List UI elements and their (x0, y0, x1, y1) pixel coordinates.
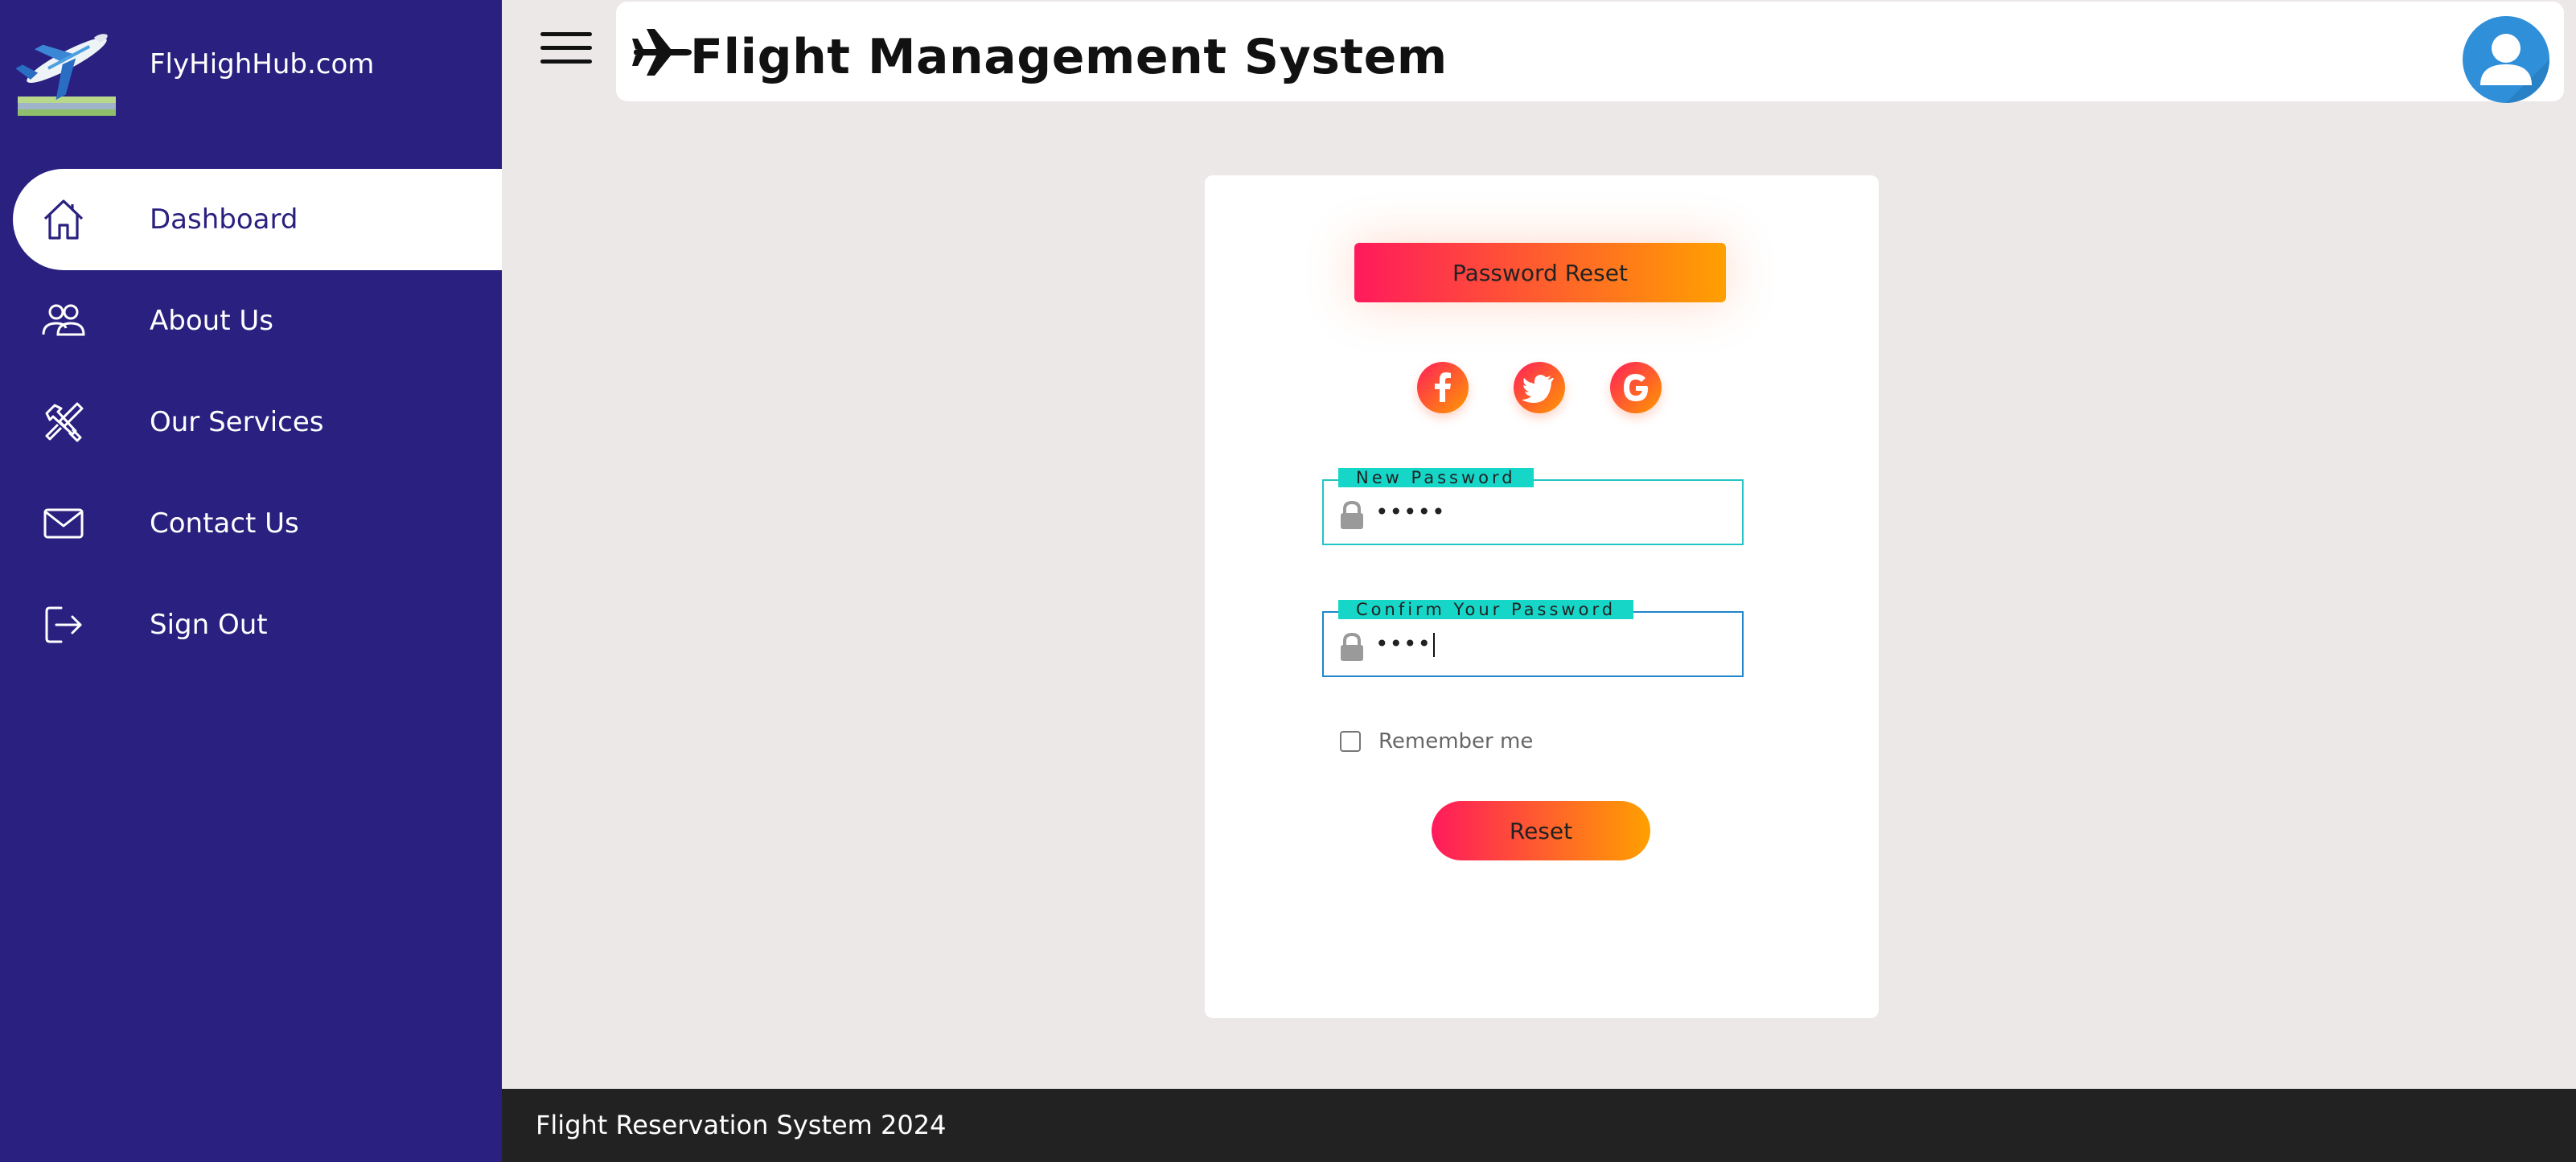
social-login-group (1417, 362, 1666, 415)
confirm-password-input: •••• (1375, 630, 1432, 657)
users-icon (42, 304, 85, 336)
hamburger-icon-line (540, 46, 592, 50)
twitter-icon (1522, 375, 1554, 403)
airplane-icon (632, 29, 692, 76)
brand-name: FlyHighHub.com (150, 48, 375, 80)
sign-out-icon (45, 606, 82, 643)
confirm-password-input-wrap[interactable]: •••• (1375, 630, 1436, 657)
password-reset-card: Password Reset New Password ••••• Confir… (1205, 175, 1879, 1018)
facebook-icon (1435, 372, 1451, 402)
page-title: Flight Management System (690, 29, 1448, 85)
google-button[interactable] (1610, 362, 1662, 413)
hamburger-menu-button[interactable] (540, 32, 592, 71)
sidebar: FlyHighHub.com Dashboard About Us Our Se… (0, 0, 502, 1162)
user-avatar-icon (2480, 34, 2549, 103)
hamburger-icon-line (540, 60, 592, 64)
sidebar-item-dashboard[interactable]: Dashboard (13, 169, 502, 270)
sidebar-item-contact-us[interactable]: Contact Us (0, 473, 502, 574)
google-icon (1624, 374, 1648, 401)
mail-icon (43, 508, 84, 539)
sidebar-item-label: Our Services (150, 406, 324, 438)
remember-me-label: Remember me (1378, 729, 1534, 753)
new-password-field[interactable]: New Password ••••• (1322, 468, 1744, 545)
sidebar-item-sign-out[interactable]: Sign Out (0, 574, 502, 675)
new-password-input[interactable]: ••••• (1375, 499, 1446, 525)
sidebar-item-label: Contact Us (150, 507, 299, 540)
sidebar-item-label: Dashboard (150, 203, 298, 236)
form-title: Password Reset (1354, 243, 1726, 302)
sidebar-item-label: Sign Out (150, 609, 268, 641)
airplane-logo-icon (15, 34, 116, 116)
sidebar-item-our-services[interactable]: Our Services (0, 372, 502, 473)
remember-me-checkbox[interactable] (1340, 731, 1361, 752)
header-bar: Flight Management System (616, 2, 2564, 101)
user-avatar-button[interactable] (2463, 16, 2549, 103)
lock-icon (1341, 632, 1363, 661)
confirm-password-field[interactable]: Confirm Your Password •••• (1322, 600, 1744, 677)
home-icon (43, 199, 84, 240)
sidebar-item-about-us[interactable]: About Us (0, 270, 502, 372)
sidebar-nav: Dashboard About Us Our Services Contact … (0, 169, 502, 675)
brand[interactable]: FlyHighHub.com (11, 16, 494, 121)
footer-text: Flight Reservation System 2024 (536, 1110, 947, 1140)
reset-button[interactable]: Reset (1432, 801, 1650, 860)
facebook-button[interactable] (1417, 362, 1469, 413)
footer: Flight Reservation System 2024 (502, 1089, 2576, 1162)
twitter-button[interactable] (1514, 362, 1565, 413)
hamburger-icon-line (540, 32, 592, 36)
new-password-label: New Password (1338, 468, 1534, 487)
remember-me-row[interactable]: Remember me (1340, 729, 1533, 754)
sidebar-item-label: About Us (150, 305, 273, 337)
tools-icon (45, 402, 84, 442)
confirm-password-label: Confirm Your Password (1338, 600, 1634, 619)
lock-icon (1341, 500, 1363, 529)
text-caret (1433, 633, 1436, 657)
